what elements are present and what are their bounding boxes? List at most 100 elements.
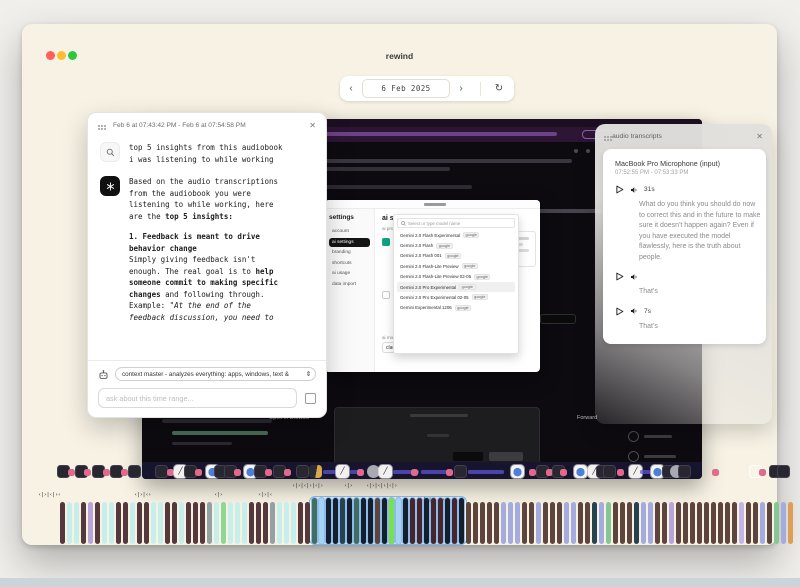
close-icon[interactable]: ✕: [756, 132, 763, 141]
timeline-bar[interactable]: [88, 502, 93, 544]
timeline-bar[interactable]: [396, 498, 401, 544]
timeline-app-icon[interactable]: [103, 469, 110, 476]
timeline-app-icon[interactable]: [357, 469, 364, 476]
timeline-bar[interactable]: [249, 502, 254, 544]
settings-sidebar-item[interactable]: account: [329, 227, 370, 236]
timeline-bar[interactable]: [550, 502, 555, 544]
dark-button[interactable]: [540, 314, 576, 324]
timeline-bar[interactable]: [760, 502, 765, 544]
timeline-bar[interactable]: [697, 502, 702, 544]
timeline-bar[interactable]: [116, 502, 121, 544]
prev-day-button[interactable]: ‹: [340, 83, 362, 94]
timeline-bar[interactable]: [375, 498, 380, 544]
play-icon[interactable]: [615, 185, 624, 194]
model-option[interactable]: Gemini 2.0 Flashgoogle: [397, 240, 515, 250]
close-icon[interactable]: ✕: [309, 121, 316, 130]
timeline-bar[interactable]: [382, 498, 387, 544]
timeline-bar[interactable]: [102, 502, 107, 544]
timeline-bar[interactable]: [186, 502, 191, 544]
timeline-app-icon[interactable]: [121, 469, 128, 476]
timeline-app-icon[interactable]: [511, 465, 524, 478]
timeline-bar[interactable]: [662, 502, 667, 544]
timeline-app-icon[interactable]: [560, 469, 567, 476]
timeline-bar[interactable]: [333, 498, 338, 544]
timeline-bar[interactable]: [417, 498, 422, 544]
timeline-bar[interactable]: [389, 498, 394, 544]
timeline-app-icon[interactable]: [167, 469, 174, 476]
timeline-bar[interactable]: [158, 502, 163, 544]
timeline-bar[interactable]: [172, 502, 177, 544]
timeline-bar[interactable]: [683, 502, 688, 544]
timeline-bar[interactable]: [179, 502, 184, 544]
timeline-bar[interactable]: [788, 502, 793, 544]
timeline-app-icon[interactable]: [603, 465, 616, 478]
titlebar[interactable]: rewind: [22, 24, 777, 40]
timeline-bar[interactable]: [732, 502, 737, 544]
timeline-bar[interactable]: [648, 502, 653, 544]
timeline-bar[interactable]: [501, 502, 506, 544]
date-picker[interactable]: 6 Feb 2025: [362, 79, 450, 98]
timeline-bar[interactable]: [515, 502, 520, 544]
timeline-bar[interactable]: [326, 498, 331, 544]
timeline-bar[interactable]: [557, 502, 562, 544]
timeline-bar[interactable]: [354, 498, 359, 544]
timeline-bar[interactable]: [277, 502, 282, 544]
timeline-bar[interactable]: [739, 502, 744, 544]
model-option[interactable]: Gemini 2.0 Flash Experimentalgoogle: [397, 230, 515, 240]
timeline-bar[interactable]: [214, 502, 219, 544]
dialog-button-primary[interactable]: [489, 452, 523, 461]
timeline-bar[interactable]: [571, 502, 576, 544]
timeline-app-icon[interactable]: [777, 465, 790, 478]
timeline-bar[interactable]: [480, 502, 485, 544]
timeline-bar[interactable]: [445, 498, 450, 544]
timeline-bar[interactable]: [263, 502, 268, 544]
model-option[interactable]: Gemini Experimental 1206google: [397, 303, 515, 313]
timeline-bar[interactable]: [704, 502, 709, 544]
timeline-bar[interactable]: [284, 502, 289, 544]
timeline-app-icon[interactable]: [574, 465, 587, 478]
timeline-bar[interactable]: [130, 502, 135, 544]
timeline-app-icon[interactable]: [296, 465, 309, 478]
timeline-bar[interactable]: [459, 498, 464, 544]
timeline-app-icon[interactable]: [411, 469, 418, 476]
timeline-bar[interactable]: [529, 502, 534, 544]
timeline-app-icon[interactable]: [678, 465, 691, 478]
timeline-bar[interactable]: [81, 502, 86, 544]
play-icon[interactable]: [615, 272, 624, 281]
timeline-bar[interactable]: [221, 502, 226, 544]
timeline-bar[interactable]: [242, 502, 247, 544]
timeline-bar[interactable]: [522, 502, 527, 544]
timeline-bar[interactable]: [109, 502, 114, 544]
forward-label[interactable]: Forward: [577, 415, 597, 421]
timeline-bar[interactable]: [291, 502, 296, 544]
timeline-bar[interactable]: [627, 502, 632, 544]
timeline-bar[interactable]: [606, 502, 611, 544]
timeline-bar[interactable]: [774, 502, 779, 544]
next-day-button[interactable]: ›: [450, 83, 472, 94]
timeline-bar[interactable]: [725, 502, 730, 544]
model-option[interactable]: Gemini 2.0 Pro Experimentalgoogle: [397, 282, 515, 292]
timeline-app-icon[interactable]: [759, 469, 766, 476]
timeline-bar[interactable]: [613, 502, 618, 544]
settings-sidebar-item[interactable]: ai settings: [329, 238, 370, 247]
timeline-bar[interactable]: [676, 502, 681, 544]
timeline-bar[interactable]: [487, 502, 492, 544]
timeline-bar[interactable]: [340, 498, 345, 544]
stop-button[interactable]: [305, 393, 316, 404]
timeline-bar[interactable]: [298, 502, 303, 544]
timeline-bar[interactable]: [746, 502, 751, 544]
timeline-bar[interactable]: [403, 498, 408, 544]
timeline-app-icons[interactable]: ╱╱╱╱╱: [22, 465, 777, 480]
model-option[interactable]: Gemini 2.0 Flash-Lite Previewgoogle: [397, 261, 515, 271]
settings-sidebar-item[interactable]: shortcuts: [329, 259, 370, 268]
timeline-bar[interactable]: [312, 498, 317, 544]
timeline-bar[interactable]: [690, 502, 695, 544]
timeline-bar[interactable]: [165, 502, 170, 544]
timeline-bar[interactable]: [60, 502, 65, 544]
timeline-bar[interactable]: [669, 502, 674, 544]
timeline-bar[interactable]: [452, 498, 457, 544]
refresh-icon[interactable]: ↻: [487, 83, 511, 94]
timeline-app-icon[interactable]: [309, 465, 322, 478]
timeline-bar[interactable]: [753, 502, 758, 544]
model-option[interactable]: Gemini 2.0 Flash 001google: [397, 251, 515, 261]
